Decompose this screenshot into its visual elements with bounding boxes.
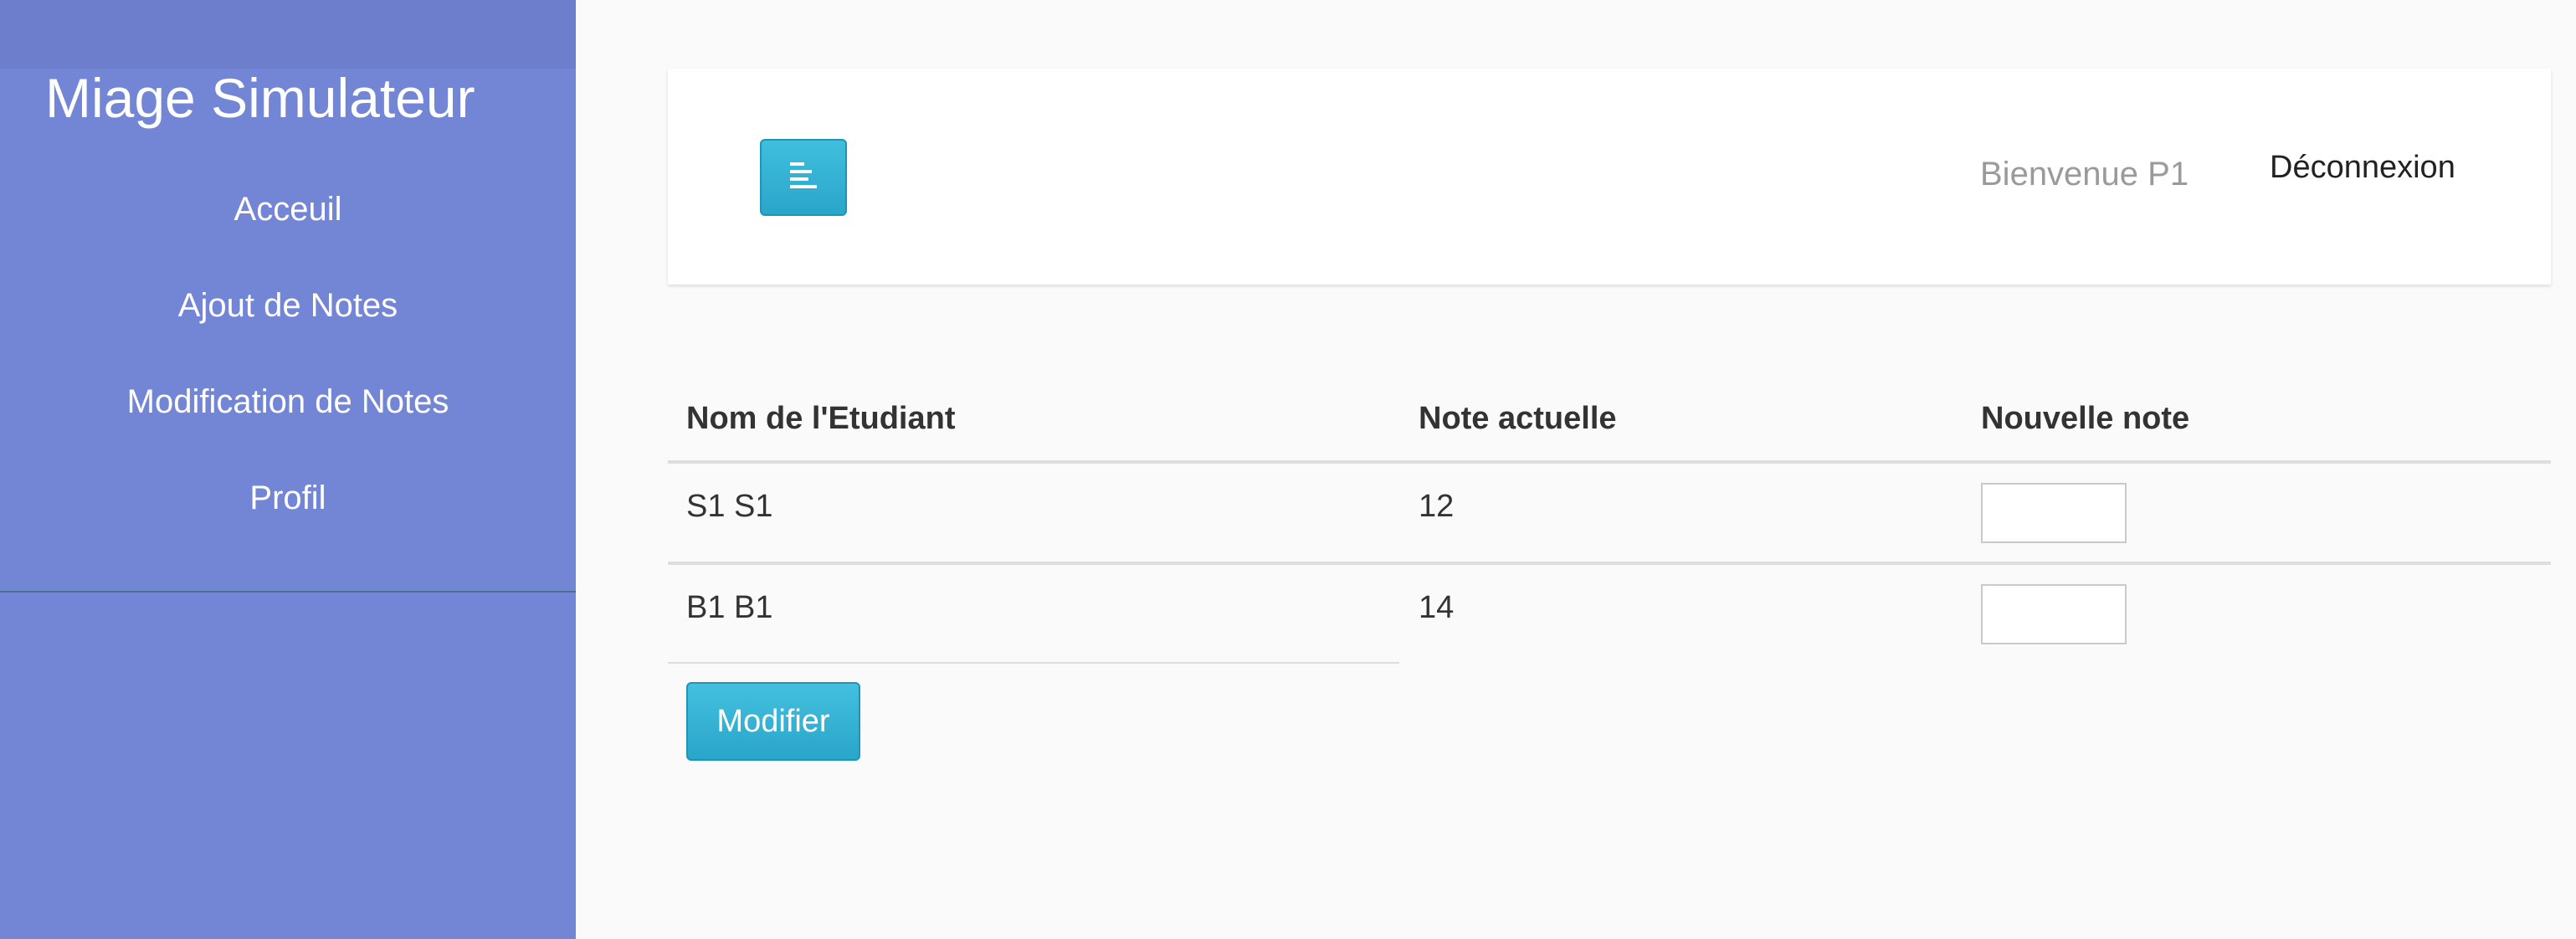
sidebar: Miage Simulateur Acceuil Ajout de Notes … bbox=[0, 0, 576, 939]
welcome-text: Bienvenue P1 bbox=[1980, 156, 2189, 192]
top-navbar: Bienvenue P1 Déconnexion bbox=[668, 69, 2551, 285]
header-current-note: Note actuelle bbox=[1419, 401, 1617, 436]
header-student-name: Nom de l'Etudiant bbox=[686, 401, 956, 436]
row-2-student-name: B1 B1 bbox=[686, 590, 773, 625]
sidebar-item-modification-de-notes[interactable]: Modification de Notes bbox=[0, 367, 576, 463]
align-left-icon bbox=[790, 162, 817, 188]
logout-link[interactable]: Déconnexion bbox=[2270, 142, 2455, 192]
row-1-current-note: 12 bbox=[1419, 489, 1455, 524]
row-1-student-name: S1 S1 bbox=[686, 489, 773, 524]
row-1-new-note-input[interactable] bbox=[1981, 483, 2127, 543]
sidebar-header bbox=[0, 0, 576, 69]
brand-title: Miage Simulateur bbox=[45, 67, 475, 129]
row-2-new-note-input[interactable] bbox=[1981, 584, 2127, 644]
table-header-divider bbox=[668, 460, 2551, 464]
sidebar-nav: Acceuil Ajout de Notes Modification de N… bbox=[0, 174, 576, 559]
sidebar-item-acceuil[interactable]: Acceuil bbox=[0, 174, 576, 270]
sidebar-divider bbox=[0, 591, 576, 593]
table-row-divider bbox=[668, 562, 2551, 565]
header-new-note: Nouvelle note bbox=[1981, 401, 2190, 436]
sidebar-item-profil[interactable]: Profil bbox=[0, 463, 576, 559]
modify-button[interactable]: Modifier bbox=[686, 682, 860, 761]
sidebar-toggle-button[interactable] bbox=[760, 139, 847, 216]
row-2-current-note: 14 bbox=[1419, 590, 1455, 625]
table-bottom-divider bbox=[668, 662, 1399, 664]
sidebar-item-ajout-de-notes[interactable]: Ajout de Notes bbox=[0, 270, 576, 367]
